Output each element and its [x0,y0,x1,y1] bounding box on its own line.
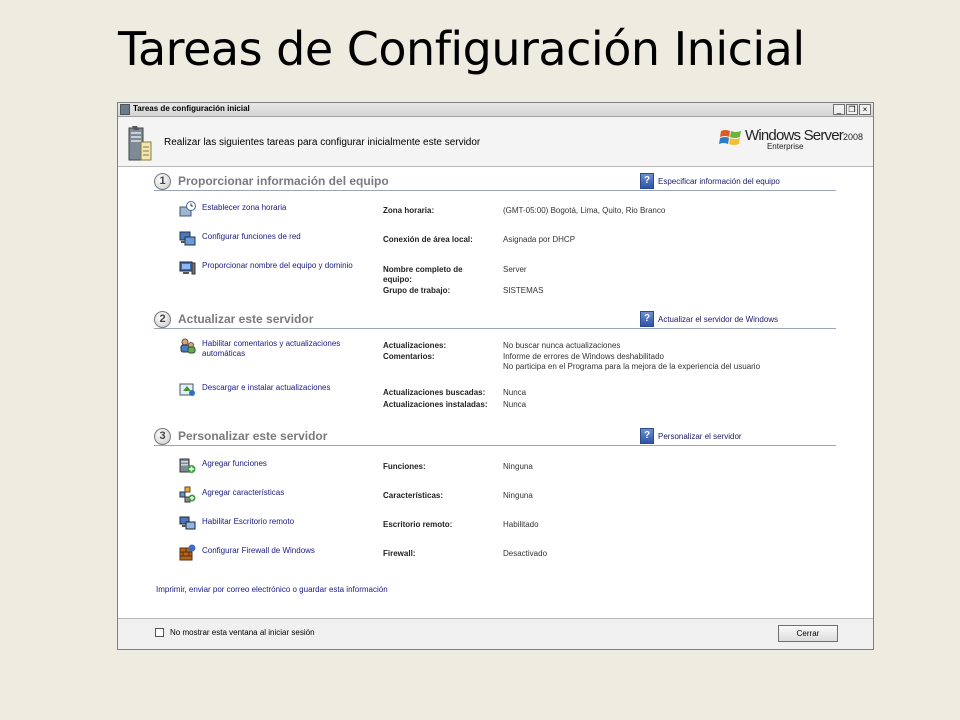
section-3-header: 3 Personalizar este servidor ? Personali… [154,428,836,446]
prop-value: No buscar nunca actualizaciones [503,341,621,350]
clock-icon [179,201,196,217]
section-2-number: 2 [154,311,171,328]
task-add-features[interactable]: Agregar características [179,486,284,503]
task-configure-firewall[interactable]: Configurar Firewall de Windows [179,544,315,561]
prop-label: Zona horaria: [383,206,435,215]
task-enable-remote-desktop[interactable]: Habilitar Escritorio remoto [179,515,294,532]
task-label: Proporcionar nombre del equipo y dominio [202,261,353,270]
add-roles-icon [179,458,196,473]
help-icon: ? [640,311,654,327]
app-icon [120,104,130,115]
minimize-button[interactable]: _ [833,104,845,115]
prop-label: Funciones: [383,462,426,471]
section-2-help-link[interactable]: ? Actualizar el servidor de Windows [640,311,778,327]
brand-year: 2008 [842,132,863,142]
task-label: Descargar e instalar actualizaciones [202,383,331,392]
prop-label: Firewall: [383,549,416,558]
computer-icon [179,261,196,275]
prop-label: Comentarios: [383,352,435,361]
slide-title: Tareas de Configuración Inicial [118,22,805,76]
prop-value: No participa en el Programa para la mejo… [503,362,761,371]
section-2-header: 2 Actualizar este servidor ? Actualizar … [154,311,836,329]
prop-value: (GMT-05:00) Bogotá, Lima, Quito, Rio Bra… [503,206,666,215]
banner-text: Realizar las siguientes tareas para conf… [164,137,481,148]
task-set-timezone[interactable]: Establecer zona horaria [179,201,287,218]
update-icon [179,383,195,396]
prop-value: Nunca [503,388,527,397]
prop-label: Actualizaciones buscadas: [383,388,486,397]
window-titlebar[interactable]: Tareas de configuración inicial _ ❐ × [118,103,873,117]
server-tasks-icon [128,126,152,161]
maximize-button[interactable]: ❐ [846,104,858,115]
prop-value: Informe de errores de Windows deshabilit… [503,352,664,361]
section-1-header: 1 Proporcionar información del equipo ? … [154,173,836,191]
section-1-help-label: Especificar información del equipo [658,176,780,186]
task-label: Agregar características [202,488,285,497]
task-label: Configurar funciones de red [202,232,301,241]
prop-label: Nombre completo de equipo: [383,265,463,284]
add-features-icon [179,486,196,503]
prop-value: Server [503,265,527,274]
dont-show-option[interactable]: No mostrar esta ventana al iniciar sesió… [155,628,315,637]
section-2-help-label: Actualizar el servidor de Windows [658,314,779,324]
section-1-number: 1 [154,173,171,190]
prop-label: Conexión de área local: [383,235,473,244]
prop-value: Habilitado [503,520,539,529]
tasks-content: 1 Proporcionar información del equipo ? … [118,167,873,619]
users-icon [180,338,196,354]
window-controls: _ ❐ × [833,104,871,115]
section-3-help-label: Personalizar el servidor [658,431,742,441]
prop-label: Actualizaciones instaladas: [383,400,488,409]
close-window-button[interactable]: × [859,104,871,115]
window-title: Tareas de configuración inicial [133,104,250,113]
prop-value: Nunca [503,400,527,409]
task-label: Establecer zona horaria [202,203,287,212]
section-3-title: Personalizar este servidor [178,429,328,443]
task-computer-name[interactable]: Proporcionar nombre del equipo y dominio [179,259,353,276]
prop-value: Desactivado [503,549,548,558]
print-email-save-link[interactable]: Imprimir, enviar por correo electrónico … [156,585,388,594]
task-configure-network[interactable]: Configurar funciones de red [179,230,301,247]
network-icon [179,231,196,246]
help-icon: ? [640,173,654,189]
windows-server-brand: Windows Server2008 Enterprise [718,127,863,151]
windows-logo-icon [718,130,741,145]
help-icon: ? [640,428,654,444]
task-add-roles[interactable]: Agregar funciones [179,457,267,474]
prop-label: Grupo de trabajo: [383,286,451,295]
prop-value: Ninguna [503,462,533,471]
prop-label: Actualizaciones: [383,341,447,350]
prop-label: Escritorio remoto: [383,520,453,529]
task-enable-feedback-updates[interactable]: Habilitar comentarios y actualizaciones … [179,337,352,359]
prop-value: SISTEMAS [503,286,544,295]
initial-config-window: Tareas de configuración inicial _ ❐ × Re… [117,102,874,650]
section-3-number: 3 [154,428,171,445]
banner: Realizar las siguientes tareas para conf… [118,117,873,167]
section-1-title: Proporcionar información del equipo [178,174,389,188]
prop-value: Ninguna [503,491,533,500]
prop-value: Asignada por DHCP [503,235,576,244]
task-label: Habilitar Escritorio remoto [202,517,295,526]
section-1-help-link[interactable]: ? Especificar información del equipo [640,173,780,189]
task-label: Configurar Firewall de Windows [202,546,315,555]
dont-show-label: No mostrar esta ventana al iniciar sesió… [170,628,315,637]
window-footer: No mostrar esta ventana al iniciar sesió… [118,618,873,649]
prop-label: Características: [383,491,444,500]
firewall-icon [179,544,196,561]
close-button[interactable]: Cerrar [778,625,838,642]
dont-show-checkbox[interactable] [155,628,164,637]
task-label: Habilitar comentarios y actualizaciones … [202,339,341,358]
section-3-help-link[interactable]: ? Personalizar el servidor [640,428,742,444]
section-2-title: Actualizar este servidor [178,312,314,326]
remote-desktop-icon [179,516,196,530]
task-label: Agregar funciones [202,459,267,468]
task-download-updates[interactable]: Descargar e instalar actualizaciones [179,381,331,398]
